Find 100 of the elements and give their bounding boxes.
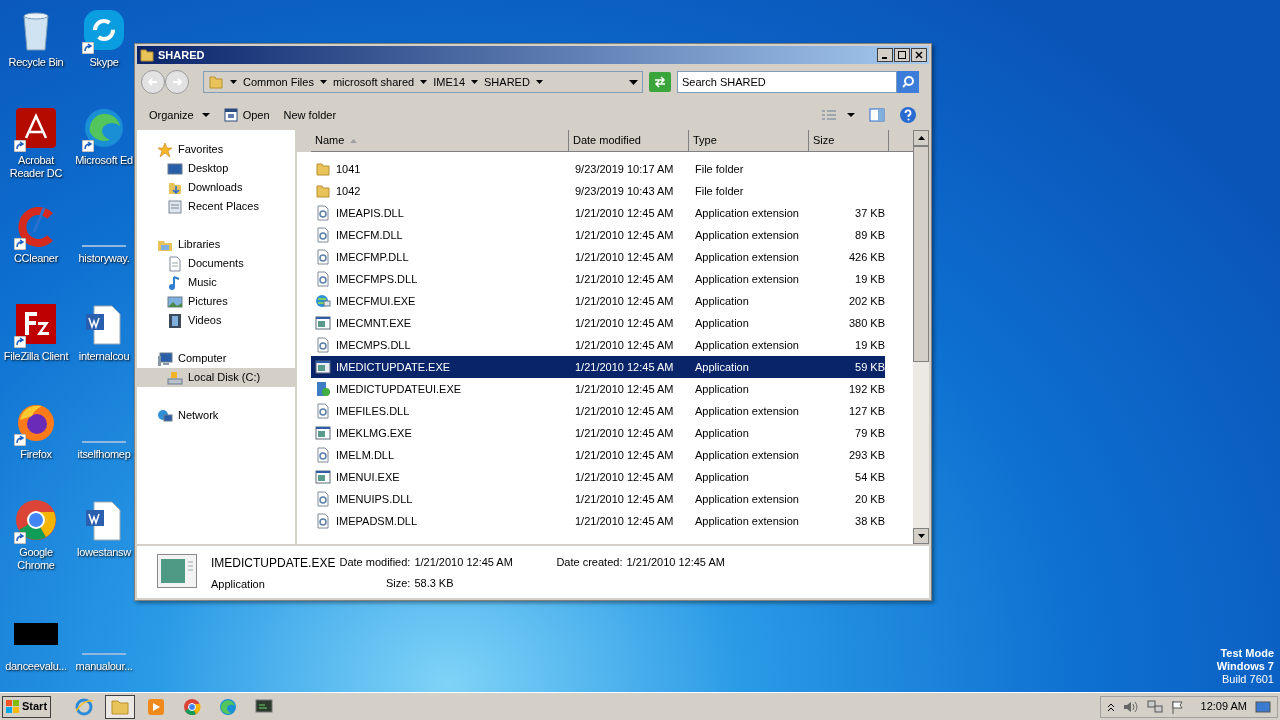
search-icon: [901, 75, 915, 89]
filezilla-icon: [14, 302, 58, 346]
type-cell-text: Application extension: [694, 403, 800, 419]
window-title: SHARED: [158, 47, 206, 63]
forward-button[interactable]: [165, 70, 189, 94]
close-icon: [915, 51, 923, 59]
breadcrumb-item[interactable]: Common Files: [243, 73, 314, 91]
sidebar-item[interactable]: Libraries: [137, 235, 295, 254]
file-row[interactable]: IMEDICTUPDATE.EXE 1/21/2010 12:45 AM Application 59 KB: [311, 356, 885, 378]
speaker-icon[interactable]: [1122, 699, 1139, 714]
file-row[interactable]: IMECFMUI.EXE 1/21/2010 12:45 AM Application 202 KB: [311, 290, 885, 312]
size-cell-text: 19 KB: [854, 337, 885, 353]
file-row[interactable]: IMECMNT.EXE 1/21/2010 12:45 AM Application 380 KB: [311, 312, 885, 334]
detail-value: 58.3 KB: [414, 575, 455, 591]
column-header[interactable]: Name: [311, 130, 569, 152]
address-bar[interactable]: Common Files microsoft shared IME14 SHARED: [203, 71, 643, 93]
detail-label: Date modified:: [339, 555, 411, 570]
flag-icon[interactable]: [1170, 699, 1185, 714]
date-cell-text: 1/21/2010 12:45 AM: [574, 293, 675, 309]
desktop-icon-label[interactable]: Skype: [89, 56, 119, 69]
size-cell-text: 37 KB: [854, 205, 885, 221]
desktop-icon-label[interactable]: Microsoft Ed: [75, 154, 133, 167]
refresh-button[interactable]: [649, 72, 671, 92]
sidebar-item[interactable]: Local Disk (C:): [137, 368, 295, 387]
desktop-icon-label[interactable]: Recycle Bin: [8, 56, 64, 69]
desktop-icon-label[interactable]: historyway.: [78, 252, 130, 265]
desktop-icon-label[interactable]: itselfhomep: [77, 448, 131, 461]
search-button[interactable]: [897, 71, 919, 93]
file-row[interactable]: IMENUI.EXE 1/21/2010 12:45 AM Application 54 KB: [311, 466, 885, 488]
date-cell-text: 1/21/2010 12:45 AM: [574, 491, 675, 507]
preview-pane-button[interactable]: [869, 108, 885, 122]
type-cell-text: Application extension: [694, 249, 800, 265]
caret-icon: [201, 113, 210, 117]
globe-icon: [315, 293, 331, 309]
toolbar-button[interactable]: Organize: [149, 106, 210, 124]
file-row[interactable]: IMEKLMG.EXE 1/21/2010 12:45 AM Application 79 KB: [311, 422, 885, 444]
toolbar-button[interactable]: Open: [223, 106, 270, 124]
desktop-icon-label[interactable]: Acrobat Reader DC: [0, 154, 72, 180]
maximize-button[interactable]: [894, 48, 910, 62]
breadcrumb-item[interactable]: IME14: [433, 73, 465, 91]
sidebar-item[interactable]: Pictures: [137, 292, 295, 311]
view-options-button[interactable]: [821, 109, 855, 121]
file-row[interactable]: IMEAPIS.DLL 1/21/2010 12:45 AM Application extension 37 KB: [311, 202, 885, 224]
size-cell-text: 127 KB: [847, 403, 885, 419]
shortcut-arrow-icon: [14, 140, 26, 152]
taskbar-app-button[interactable]: [105, 694, 136, 719]
toolbar-button[interactable]: New folder: [283, 106, 337, 124]
help-button[interactable]: [899, 106, 917, 124]
desktop-icon: [167, 160, 183, 177]
edge-icon: [82, 106, 126, 150]
column-header[interactable]: Date modified: [569, 130, 689, 152]
shortcut-arrow-icon: [14, 434, 26, 446]
chrome-icon: [14, 498, 58, 542]
breadcrumb-item[interactable]: SHARED: [484, 73, 530, 91]
help-icon: [899, 106, 917, 124]
desktop-icon-label[interactable]: Firefox: [20, 448, 52, 461]
desktop-icon-label[interactable]: FileZilla Client: [3, 350, 69, 363]
sidebar-item[interactable]: Network: [137, 406, 295, 425]
type-cell-text: Application extension: [694, 513, 800, 529]
breadcrumb-item[interactable]: microsoft shared: [332, 73, 415, 91]
sidebar-item[interactable]: Favorites: [137, 140, 295, 159]
file-row[interactable]: IMECMPS.DLL 1/21/2010 12:45 AM Application extension 19 KB: [311, 334, 885, 356]
sidebar-item[interactable]: Downloads: [137, 178, 295, 197]
computer-icon: [157, 350, 173, 367]
sidebar-item[interactable]: Recent Places: [137, 197, 295, 216]
file-thumbnail-icon: [14, 623, 58, 645]
file-row[interactable]: IMEFILES.DLL 1/21/2010 12:45 AM Application extension 127 KB: [311, 400, 885, 422]
file-row[interactable]: IMECFMPS.DLL 1/21/2010 12:45 AM Application extension 19 KB: [311, 268, 885, 290]
start-button[interactable]: Start: [2, 695, 52, 718]
caret-icon: [535, 80, 543, 84]
minimize-button[interactable]: [877, 48, 893, 62]
sidebar-item[interactable]: Computer: [137, 349, 295, 368]
search-field[interactable]: Search SHARED: [677, 71, 897, 93]
sidebar-item[interactable]: Videos: [137, 311, 295, 330]
network-icon[interactable]: [1146, 699, 1163, 714]
column-header[interactable]: Type: [689, 130, 809, 152]
desktop-icon-label[interactable]: CCleaner: [13, 252, 59, 265]
column-header[interactable]: Size: [809, 130, 889, 152]
back-button[interactable]: [141, 70, 165, 94]
close-button[interactable]: [911, 48, 927, 62]
file-row[interactable]: IMENUIPS.DLL 1/21/2010 12:45 AM Application extension 20 KB: [311, 488, 885, 510]
desktop-icon-label[interactable]: danceevalu...: [5, 660, 67, 673]
size-cell-text: 426 KB: [847, 249, 885, 265]
desktop-icon-label[interactable]: internalcou: [78, 350, 130, 363]
file-row[interactable]: IMEDICTUPDATEUI.EXE 1/21/2010 12:45 AM Application 192 KB: [311, 378, 885, 400]
clock[interactable]: 12:09 AM: [1200, 698, 1247, 715]
file-row[interactable]: IMELM.DLL 1/21/2010 12:45 AM Application extension 293 KB: [311, 444, 885, 466]
sidebar-item[interactable]: Documents: [137, 254, 295, 273]
file-row[interactable]: IMEPADSM.DLL 1/21/2010 12:45 AM Application extension 38 KB: [311, 510, 885, 532]
file-row[interactable]: 1042 9/23/2019 10:43 AM File folder: [311, 180, 885, 202]
show-desktop-icon[interactable]: [1255, 699, 1271, 714]
file-row[interactable]: 1041 9/23/2019 10:17 AM File folder: [311, 158, 885, 180]
desktop-icon-label[interactable]: Google Chrome: [0, 546, 72, 572]
vertical-scrollbar[interactable]: [913, 130, 929, 544]
file-row[interactable]: IMECFMP.DLL 1/21/2010 12:45 AM Application extension 426 KB: [311, 246, 885, 268]
sidebar-item[interactable]: Music: [137, 273, 295, 292]
film-icon: [167, 312, 183, 329]
size-cell-text: 20 KB: [854, 491, 885, 507]
file-row[interactable]: IMECFM.DLL 1/21/2010 12:45 AM Application extension 89 KB: [311, 224, 885, 246]
sidebar-item[interactable]: Desktop: [137, 159, 295, 178]
